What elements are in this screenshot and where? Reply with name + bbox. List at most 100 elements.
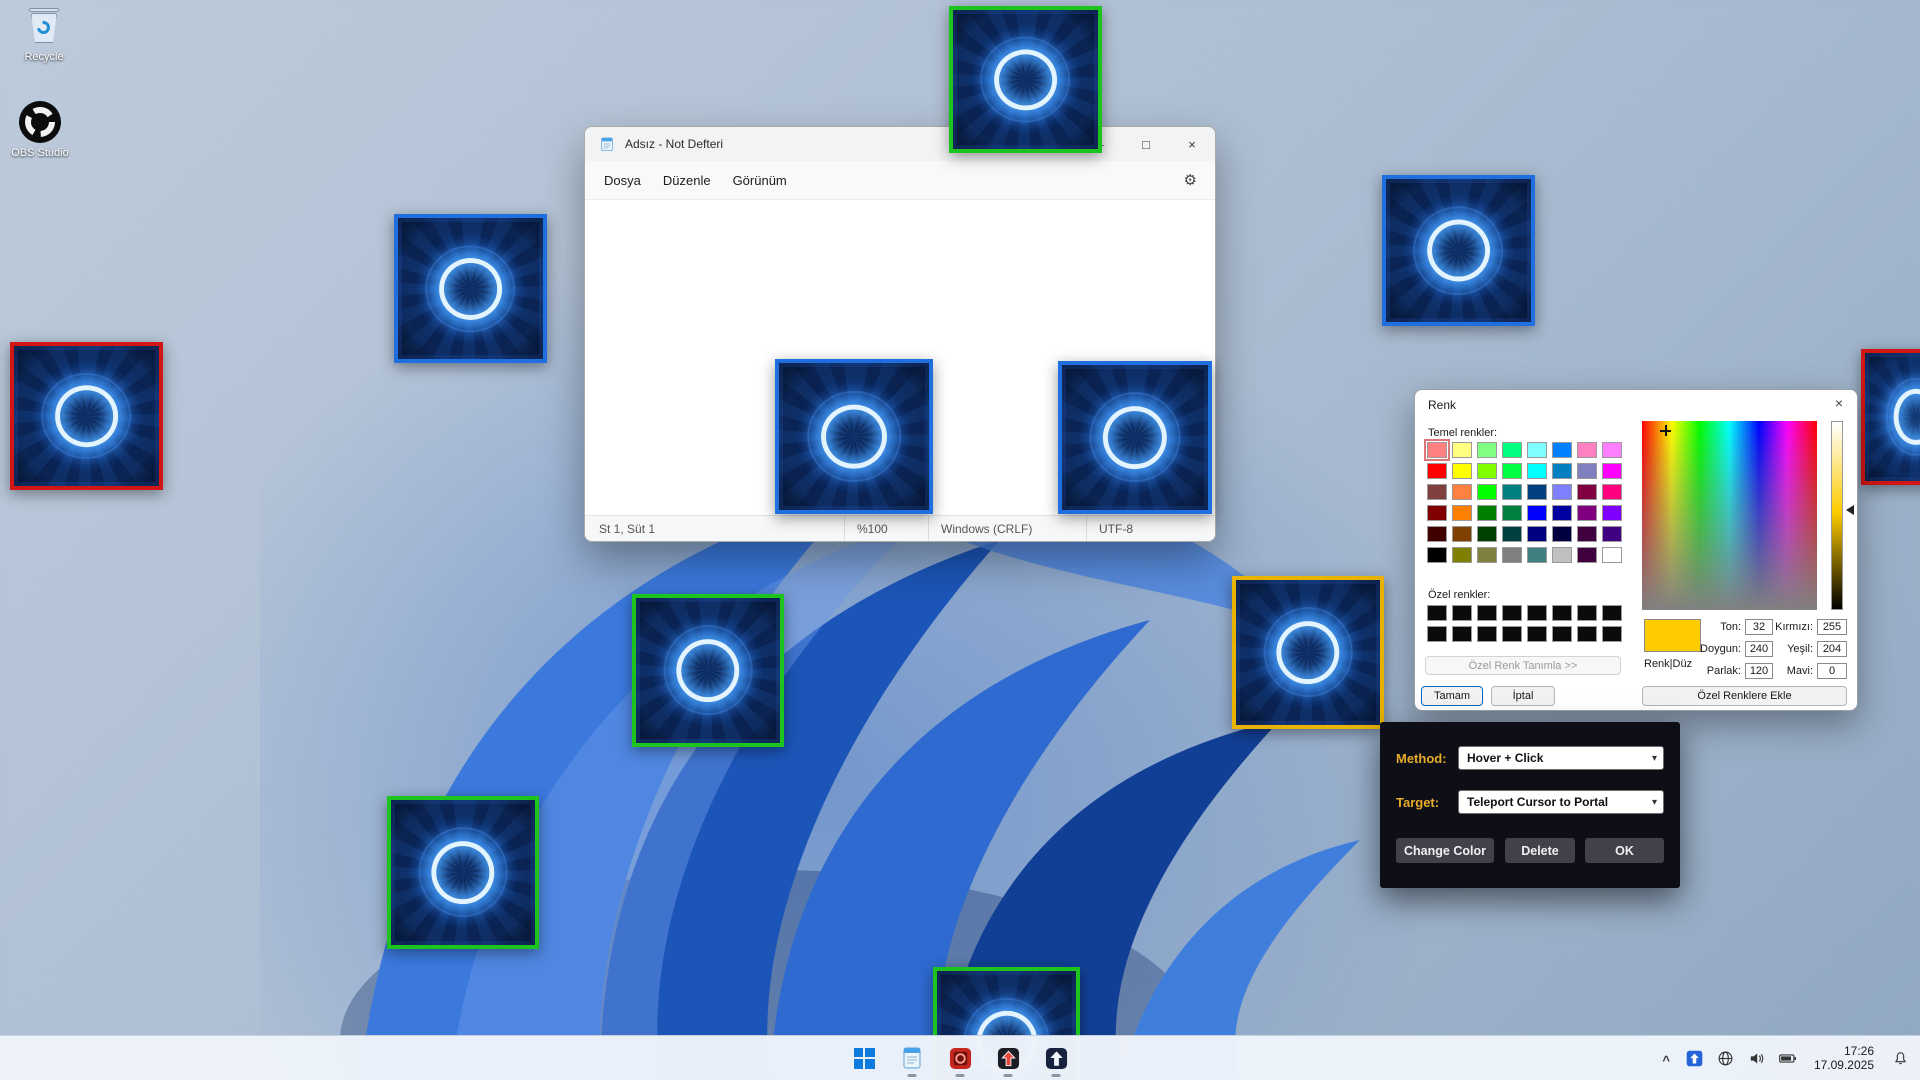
notification-bell-icon[interactable] [1886,1040,1914,1076]
luminance-bar[interactable] [1831,421,1843,610]
color-swatch[interactable] [1477,605,1497,621]
ok-button[interactable]: OK [1585,838,1664,863]
taskbar-portal-app-icon[interactable] [938,1038,982,1078]
color-swatch[interactable] [1452,605,1472,621]
delete-button[interactable]: Delete [1505,838,1575,863]
color-swatch[interactable] [1577,547,1597,563]
color-swatch[interactable] [1577,626,1597,642]
color-swatch[interactable] [1527,605,1547,621]
color-swatch[interactable] [1502,463,1522,479]
portal[interactable] [10,342,163,490]
color-swatch[interactable] [1552,505,1572,521]
menu-edit[interactable]: Düzenle [652,167,722,194]
blue-input[interactable]: 0 [1817,663,1847,679]
color-swatch[interactable] [1527,526,1547,542]
color-swatch[interactable] [1602,547,1622,563]
color-swatch[interactable] [1502,442,1522,458]
menu-view[interactable]: Görünüm [722,167,798,194]
color-swatch[interactable] [1427,605,1447,621]
tray-app-icon[interactable] [1681,1040,1709,1076]
desktop-icon-obs[interactable]: OBS Studio [6,100,74,159]
network-globe-icon[interactable] [1712,1040,1740,1076]
color-swatch[interactable] [1552,626,1572,642]
settings-gear-icon[interactable]: ⚙ [1184,171,1197,189]
portal[interactable] [775,359,933,514]
color-swatch[interactable] [1602,484,1622,500]
cancel-button[interactable]: İptal [1491,686,1555,706]
taskbar-clock[interactable]: 17:26 17.09.2025 [1805,1044,1883,1072]
desktop-icon-recycle[interactable]: Recycle [10,8,78,63]
color-swatch[interactable] [1527,463,1547,479]
change-color-button[interactable]: Change Color [1396,838,1494,863]
color-swatch[interactable] [1427,626,1447,642]
volume-icon[interactable] [1743,1040,1771,1076]
color-swatch[interactable] [1552,484,1572,500]
color-swatch[interactable] [1452,526,1472,542]
color-swatch[interactable] [1577,463,1597,479]
color-swatch[interactable] [1577,526,1597,542]
red-input[interactable]: 255 [1817,619,1847,635]
portal[interactable] [1382,175,1535,326]
close-button[interactable]: × [1169,127,1215,161]
color-swatch[interactable] [1477,626,1497,642]
color-swatch[interactable] [1552,547,1572,563]
ok-button[interactable]: Tamam [1421,686,1483,706]
color-swatch[interactable] [1527,626,1547,642]
dialog-close-icon[interactable]: × [1835,395,1843,411]
color-swatch[interactable] [1452,505,1472,521]
color-swatch[interactable] [1452,463,1472,479]
target-dropdown[interactable]: Teleport Cursor to Portal ▾ [1458,790,1664,814]
color-swatch[interactable] [1527,505,1547,521]
color-swatch[interactable] [1477,484,1497,500]
color-swatch[interactable] [1502,484,1522,500]
add-to-custom-colors-button[interactable]: Özel Renklere Ekle [1642,686,1847,706]
color-swatch[interactable] [1552,442,1572,458]
taskbar-notepad-icon[interactable] [890,1038,934,1078]
green-input[interactable]: 204 [1817,641,1847,657]
color-swatch[interactable] [1502,547,1522,563]
color-swatch[interactable] [1602,505,1622,521]
color-swatch[interactable] [1602,605,1622,621]
color-swatch[interactable] [1477,463,1497,479]
color-swatch[interactable] [1527,547,1547,563]
portal[interactable] [387,796,539,949]
color-swatch[interactable] [1427,484,1447,500]
color-swatch[interactable] [1477,526,1497,542]
color-swatch[interactable] [1527,442,1547,458]
tray-show-hidden-icons[interactable]: ^ [1654,1053,1678,1068]
color-swatch[interactable] [1577,484,1597,500]
color-swatch[interactable] [1452,547,1472,563]
portal[interactable] [632,594,784,747]
color-swatch[interactable] [1552,605,1572,621]
color-swatch[interactable] [1502,605,1522,621]
start-button[interactable] [842,1038,886,1078]
color-swatch[interactable] [1552,526,1572,542]
menu-file[interactable]: Dosya [593,167,652,194]
hue-saturation-field[interactable] [1642,421,1817,610]
portal[interactable] [1232,576,1384,729]
color-swatch[interactable] [1502,626,1522,642]
portal[interactable] [1058,361,1212,514]
color-swatch[interactable] [1452,484,1472,500]
taskbar-upload-red-icon[interactable] [986,1038,1030,1078]
method-dropdown[interactable]: Hover + Click ▾ [1458,746,1664,770]
portal[interactable] [949,6,1102,153]
color-swatch[interactable] [1452,626,1472,642]
taskbar-upload-blue-icon[interactable] [1034,1038,1078,1078]
color-swatch[interactable] [1452,442,1472,458]
color-swatch[interactable] [1427,526,1447,542]
color-swatch[interactable] [1427,547,1447,563]
color-swatch[interactable] [1577,505,1597,521]
define-custom-colors-button[interactable]: Özel Renk Tanımla >> [1425,656,1621,675]
battery-icon[interactable] [1774,1040,1802,1076]
notepad-titlebar[interactable]: Adsız - Not Defteri – □ × [585,127,1215,161]
portal[interactable] [394,214,547,363]
color-swatch[interactable] [1552,463,1572,479]
color-swatch[interactable] [1602,626,1622,642]
color-swatch[interactable] [1477,505,1497,521]
color-swatch[interactable] [1477,442,1497,458]
color-swatch[interactable] [1502,505,1522,521]
color-swatch[interactable] [1427,505,1447,521]
color-swatch[interactable] [1577,605,1597,621]
color-swatch[interactable] [1602,463,1622,479]
